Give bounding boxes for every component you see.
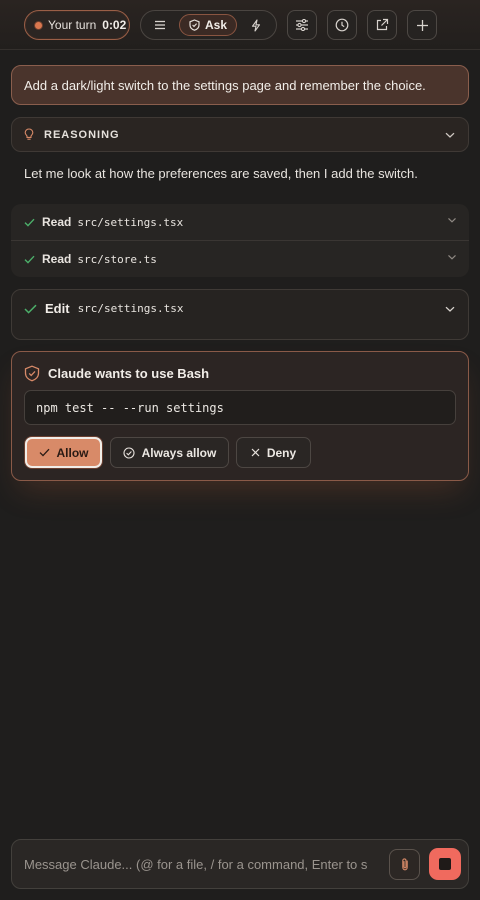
history-button[interactable] <box>327 10 357 40</box>
reasoning-label: REASONING <box>44 128 120 141</box>
check-icon <box>24 304 37 314</box>
edit-header: Edit src/settings.tsx <box>24 301 184 316</box>
permission-request: Claude wants to use Bash npm test -- --r… <box>11 351 469 481</box>
tool-call-edit[interactable]: Edit src/settings.tsx <box>11 289 469 340</box>
top-bar: Your turn 0:02 Ask <box>0 0 480 50</box>
tool-call-read[interactable]: Read src/settings.tsx <box>11 204 469 240</box>
lightbulb-icon <box>24 128 34 140</box>
always-allow-label: Always allow <box>141 445 217 460</box>
chevron-down-icon <box>445 306 455 312</box>
turn-indicator: Your turn 0:02 <box>24 10 130 40</box>
mode-selector: Ask <box>140 10 277 40</box>
always-allow-button[interactable]: Always allow <box>110 437 229 468</box>
tool-verb: Read <box>42 252 72 266</box>
allow-button[interactable]: Allow <box>25 437 102 468</box>
tool-path: src/settings.tsx <box>77 302 184 315</box>
new-conversation-button[interactable] <box>407 10 437 40</box>
reasoning-toggle[interactable]: REASONING <box>11 117 469 152</box>
stop-icon <box>439 858 451 870</box>
history-icon <box>335 18 349 32</box>
message-input[interactable] <box>12 840 380 888</box>
shield-icon <box>24 365 40 382</box>
bolt-icon <box>251 18 261 32</box>
check-icon <box>39 448 49 457</box>
mode-list-button[interactable] <box>141 11 179 39</box>
read-tool-group: Read src/settings.tsx Read src/store.ts <box>11 204 469 277</box>
open-external-button[interactable] <box>367 10 397 40</box>
user-message: Add a dark/light switch to the settings … <box>11 65 469 105</box>
external-link-icon <box>376 18 389 31</box>
check-circle-icon <box>123 446 135 459</box>
permission-header: Claude wants to use Bash <box>24 365 209 382</box>
list-icon <box>155 20 165 30</box>
shield-icon <box>189 19 200 31</box>
chevron-down-icon <box>448 254 456 260</box>
turn-timer: 0:02 <box>102 18 127 32</box>
stop-button[interactable] <box>429 848 461 880</box>
assistant-message: Let me look at how the preferences are s… <box>24 166 418 181</box>
plus-icon <box>416 19 428 31</box>
permission-command: npm test -- --run settings <box>24 390 456 425</box>
tool-verb: Read <box>42 215 72 229</box>
tool-call-read[interactable]: Read src/store.ts <box>11 241 469 277</box>
deny-button[interactable]: Deny <box>236 437 311 468</box>
allow-label: Allow <box>56 445 89 460</box>
mode-ask-button[interactable]: Ask <box>179 14 237 36</box>
turn-status-dot <box>34 20 43 30</box>
attach-button[interactable] <box>389 849 420 880</box>
mode-ask-label: Ask <box>204 18 227 32</box>
paperclip-icon <box>401 858 408 871</box>
tool-verb: Edit <box>45 301 70 316</box>
settings-button[interactable] <box>287 10 317 40</box>
close-icon <box>251 448 260 457</box>
check-icon <box>24 218 35 227</box>
chevron-down-icon <box>445 132 455 138</box>
composer <box>11 839 469 889</box>
tool-path: src/settings.tsx <box>77 215 184 229</box>
tool-path: src/store.ts <box>77 252 157 266</box>
sliders-icon <box>296 19 308 31</box>
check-icon <box>24 255 35 264</box>
deny-label: Deny <box>266 445 297 460</box>
chevron-down-icon <box>448 217 456 223</box>
turn-label: Your turn <box>48 18 97 32</box>
permission-title: Claude wants to use Bash <box>48 366 210 381</box>
mode-auto-button[interactable] <box>237 11 275 39</box>
